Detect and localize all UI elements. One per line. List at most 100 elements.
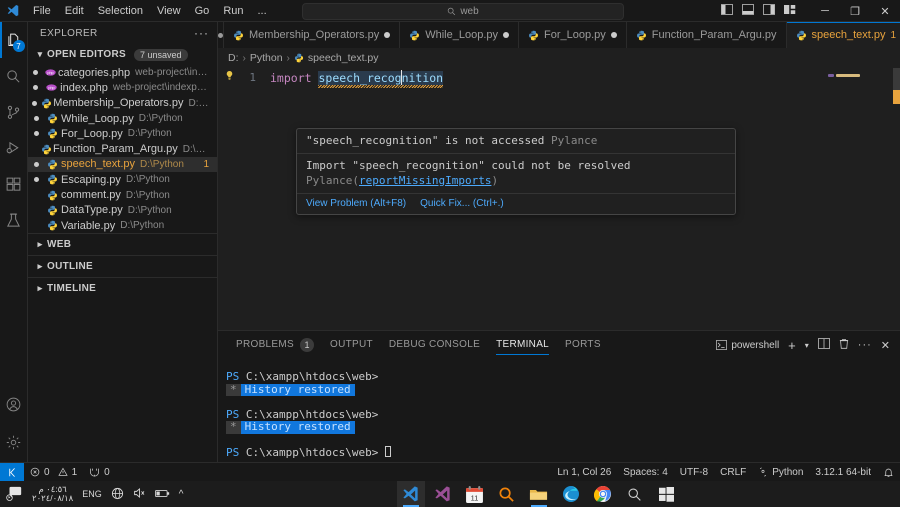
editor-tab[interactable]: speech_text.py 1 [786, 22, 900, 48]
dirty-indicator-icon[interactable] [28, 177, 44, 183]
open-editor-item[interactable]: DataType.py D:\Python [28, 203, 217, 218]
taskbar-clock[interactable]: ٠٤:٥٦ م ٢٠٢٤/٠٨/١٨ [32, 484, 73, 504]
open-editor-item[interactable]: While_Loop.py D:\Python [28, 111, 217, 126]
menu-edit[interactable]: Edit [58, 0, 91, 22]
status-language-mode[interactable]: Python [752, 463, 809, 482]
section-outline[interactable]: ▸ OUTLINE [28, 255, 217, 277]
dirty-indicator-icon[interactable] [384, 32, 391, 38]
status-indentation[interactable]: Spaces: 4 [617, 463, 673, 482]
taskbar-edge[interactable] [557, 481, 585, 507]
editor-tab[interactable]: Function_Param_Argu.py [626, 22, 787, 48]
status-interpreter[interactable]: 3.12.1 64-bit [809, 463, 877, 482]
activity-accounts[interactable] [0, 386, 28, 422]
open-editor-item[interactable]: For_Loop.py D:\Python [28, 126, 217, 141]
taskbar-start[interactable] [653, 481, 681, 507]
taskbar-chrome[interactable] [589, 481, 617, 507]
toggle-panel-icon[interactable] [742, 4, 754, 18]
dirty-indicator-icon[interactable] [28, 116, 44, 122]
breadcrumb-folder[interactable]: Python [250, 52, 283, 64]
taskbar-vscode[interactable] [396, 481, 425, 507]
dirty-indicator-icon[interactable] [28, 161, 44, 167]
close-button[interactable]: ✕ [870, 0, 900, 22]
open-editors-header[interactable]: ▾ OPEN EDITORS 7 unsaved [28, 44, 217, 65]
panel-tab[interactable]: PORTS [557, 331, 609, 359]
kill-terminal-icon[interactable] [839, 338, 849, 352]
activity-settings[interactable] [0, 422, 28, 462]
status-encoding[interactable]: UTF-8 [674, 463, 714, 482]
open-editor-item[interactable]: Membership_Operators.py D:\P… [28, 96, 217, 111]
minimize-button[interactable]: ─ [810, 0, 840, 22]
activity-run-debug[interactable] [0, 130, 28, 166]
split-terminal-icon[interactable] [817, 338, 830, 352]
battery-icon[interactable] [154, 488, 170, 501]
breadcrumb-file[interactable]: speech_text.py [308, 52, 379, 64]
menu-selection[interactable]: Selection [91, 0, 150, 22]
status-cursor-position[interactable]: Ln 1, Col 26 [551, 463, 617, 482]
menu-go[interactable]: Go [188, 0, 217, 22]
language-indicator[interactable]: ENG [82, 489, 102, 499]
open-editor-item[interactable]: php categories.php web-project\inde… [28, 65, 217, 80]
terminal-output[interactable]: PS C:\xampp\htdocs\web> * History restored… [218, 359, 900, 462]
section-web[interactable]: ▸ WEB [28, 233, 217, 255]
dirty-indicator-icon[interactable] [28, 100, 40, 106]
menu-view[interactable]: View [150, 0, 188, 22]
menu-more[interactable]: ... [251, 0, 274, 22]
taskbar-file-explorer[interactable] [525, 481, 553, 507]
dirty-indicator-icon[interactable] [28, 70, 43, 76]
taskbar-visual-studio[interactable] [429, 481, 457, 507]
notification-bubble-icon[interactable] [6, 486, 23, 503]
dirty-indicator-icon[interactable] [28, 131, 44, 137]
quick-fix-link[interactable]: Quick Fix... (Ctrl+.) [420, 198, 504, 209]
menu-run[interactable]: Run [216, 0, 250, 22]
panel-tab[interactable]: DEBUG CONSOLE [381, 331, 488, 359]
dirty-indicator-icon[interactable] [610, 32, 617, 38]
dirty-indicator-icon[interactable] [503, 32, 510, 38]
chevron-down-icon[interactable]: ▾ [805, 341, 809, 350]
editor-tab[interactable]: Membership_Operators.py [224, 22, 401, 48]
status-notifications[interactable] [877, 463, 900, 482]
taskbar-calendar[interactable]: 11 [461, 481, 489, 507]
open-editor-item[interactable]: Escaping.py D:\Python [28, 172, 217, 187]
activity-source-control[interactable] [0, 94, 28, 130]
code-editor[interactable]: 1 import speech_recognition "speech_reco… [218, 68, 900, 330]
status-ports[interactable]: 0 [83, 463, 116, 482]
editor-tab[interactable]: While_Loop.py [400, 22, 520, 48]
breadcrumb-drive[interactable]: D: [228, 52, 239, 64]
command-center-search[interactable]: web [302, 3, 624, 20]
activity-testing[interactable] [0, 202, 28, 238]
activity-extensions[interactable] [0, 166, 28, 202]
panel-tab[interactable]: TERMINAL [488, 331, 557, 359]
more-actions-icon[interactable]: ··· [858, 339, 872, 351]
open-editor-item[interactable]: php index.php web-project\indexpage [28, 80, 217, 95]
menu-bar[interactable]: File Edit Selection View Go Run ... [26, 0, 274, 22]
minimap[interactable] [826, 68, 886, 330]
dirty-indicator-icon[interactable] [28, 85, 44, 91]
lightbulb-icon[interactable] [218, 70, 240, 84]
hover-rule-link[interactable]: reportMissingImports [359, 174, 491, 187]
editor-tab[interactable]: For_Loop.py [519, 22, 627, 48]
status-problems[interactable]: 0 1 [24, 463, 83, 482]
view-problem-link[interactable]: View Problem (Alt+F8) [306, 198, 406, 209]
panel-tab[interactable]: PROBLEMS 1 [228, 331, 322, 359]
taskbar-search-orange[interactable] [493, 481, 521, 507]
toggle-primary-sidebar-icon[interactable] [721, 4, 733, 18]
taskbar-search[interactable] [621, 481, 649, 507]
sidebar-more-actions-icon[interactable]: ··· [194, 26, 209, 40]
open-editor-item[interactable]: speech_text.py D:\Python 1 [28, 156, 217, 173]
customize-layout-icon[interactable] [784, 4, 796, 18]
section-timeline[interactable]: ▸ TIMELINE [28, 277, 217, 299]
chevron-up-icon[interactable]: ^ [179, 489, 184, 500]
open-editor-item[interactable]: Function_Param_Argu.py D:\Pyt… [28, 141, 217, 156]
panel-tab[interactable]: OUTPUT [322, 331, 381, 359]
overview-ruler[interactable] [886, 68, 900, 330]
status-eol[interactable]: CRLF [714, 463, 752, 482]
activity-search[interactable] [0, 58, 28, 94]
toggle-secondary-sidebar-icon[interactable] [763, 4, 775, 18]
maximize-button[interactable]: ❐ [840, 0, 870, 22]
menu-file[interactable]: File [26, 0, 58, 22]
close-panel-icon[interactable]: ✕ [881, 339, 890, 352]
open-editor-item[interactable]: Variable.py D:\Python [28, 218, 217, 233]
volume-muted-icon[interactable] [133, 487, 146, 501]
activity-explorer[interactable]: 7 [0, 22, 28, 58]
remote-window-icon[interactable] [0, 462, 24, 482]
